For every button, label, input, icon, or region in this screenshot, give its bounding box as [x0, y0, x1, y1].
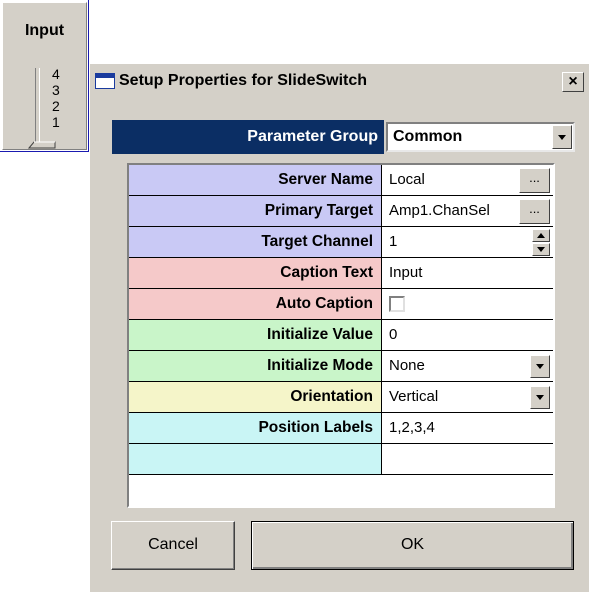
property-grid[interactable]: Server Name Local... Primary Target Amp1.Ch… [127, 163, 555, 508]
widget-title: Input [24, 22, 65, 39]
property-row [129, 444, 553, 475]
property-value-field[interactable] [383, 289, 553, 319]
position-labels: 4 3 2 1 [52, 66, 60, 130]
close-button[interactable]: × [562, 72, 584, 92]
property-row: Caption Text Input [129, 258, 553, 289]
window-icon [95, 73, 115, 89]
property-value-field[interactable]: 1,2,3,4 [383, 413, 553, 443]
property-label: Target Channel [129, 227, 382, 257]
property-row: Initialize Value 0 [129, 320, 553, 351]
property-value: 0 [389, 326, 398, 343]
property-value-field[interactable]: 0 [383, 320, 553, 350]
cancel-button[interactable]: Cancel [111, 521, 235, 570]
slider-thumb[interactable] [28, 141, 56, 149]
property-row: Orientation Vertical [129, 382, 553, 413]
property-label: Caption Text [129, 258, 382, 288]
property-value-field[interactable]: Input [383, 258, 553, 288]
browse-button[interactable]: ... [519, 168, 550, 193]
property-value: None [389, 357, 425, 374]
property-label: Orientation [129, 382, 382, 412]
property-value: Local [389, 171, 425, 188]
parameter-group-label: Parameter Group [112, 120, 384, 154]
property-value: Vertical [389, 388, 439, 405]
parameter-group-row: Parameter Group Common [112, 120, 575, 154]
channel-spinner[interactable] [532, 229, 550, 256]
property-value: Amp1.ChanSel [389, 202, 490, 219]
position-label: 4 [52, 66, 60, 82]
property-row: Initialize Mode None [129, 351, 553, 382]
property-value-field[interactable]: None [383, 351, 553, 381]
property-grid-rows: Server Name Local... Primary Target Amp1.Ch… [129, 165, 553, 475]
ok-button[interactable]: OK [251, 521, 574, 570]
spin-down-icon[interactable] [532, 243, 550, 256]
property-value-field[interactable]: Vertical [383, 382, 553, 412]
property-value-field[interactable]: Amp1.ChanSel... [383, 196, 553, 226]
property-row: Target Channel 1 [129, 227, 553, 258]
parameter-group-value: Common [393, 128, 463, 145]
property-label: Primary Target [129, 196, 382, 226]
property-row: Auto Caption [129, 289, 553, 320]
dialog-titlebar[interactable]: Setup Properties for SlideSwitch × [92, 66, 588, 96]
chevron-down-icon[interactable] [530, 386, 550, 409]
browse-button[interactable]: ... [519, 199, 550, 224]
property-label: Position Labels [129, 413, 382, 443]
property-value-field[interactable]: Local... [383, 165, 553, 195]
property-value: 1,2,3,4 [389, 419, 435, 436]
position-label: 1 [52, 114, 60, 130]
property-label: Initialize Mode [129, 351, 382, 381]
chevron-down-icon[interactable] [530, 355, 550, 378]
setup-properties-dialog: Setup Properties for SlideSwitch × Param… [89, 63, 589, 592]
dialog-title: Setup Properties for SlideSwitch [119, 72, 368, 89]
property-value: 1 [389, 233, 398, 250]
property-value-field[interactable] [383, 444, 553, 474]
parameter-group-select[interactable]: Common [386, 122, 575, 152]
position-label: 3 [52, 82, 60, 98]
property-row: Server Name Local... [129, 165, 553, 196]
property-label: Auto Caption [129, 289, 382, 319]
chevron-down-icon[interactable] [552, 125, 572, 149]
property-label [129, 444, 382, 474]
spin-up-icon[interactable] [532, 229, 550, 242]
property-label: Server Name [129, 165, 382, 195]
property-value-field[interactable]: 1 [383, 227, 553, 257]
property-row: Primary Target Amp1.ChanSel... [129, 196, 553, 227]
property-row: Position Labels 1,2,3,4 [129, 413, 553, 444]
slide-switch-widget: Input 4 3 2 1 [0, 0, 89, 152]
slider-track[interactable] [35, 68, 40, 148]
auto-caption-checkbox[interactable] [389, 296, 405, 312]
property-value: Input [389, 264, 423, 281]
property-label: Initialize Value [129, 320, 382, 350]
position-label: 2 [52, 98, 60, 114]
